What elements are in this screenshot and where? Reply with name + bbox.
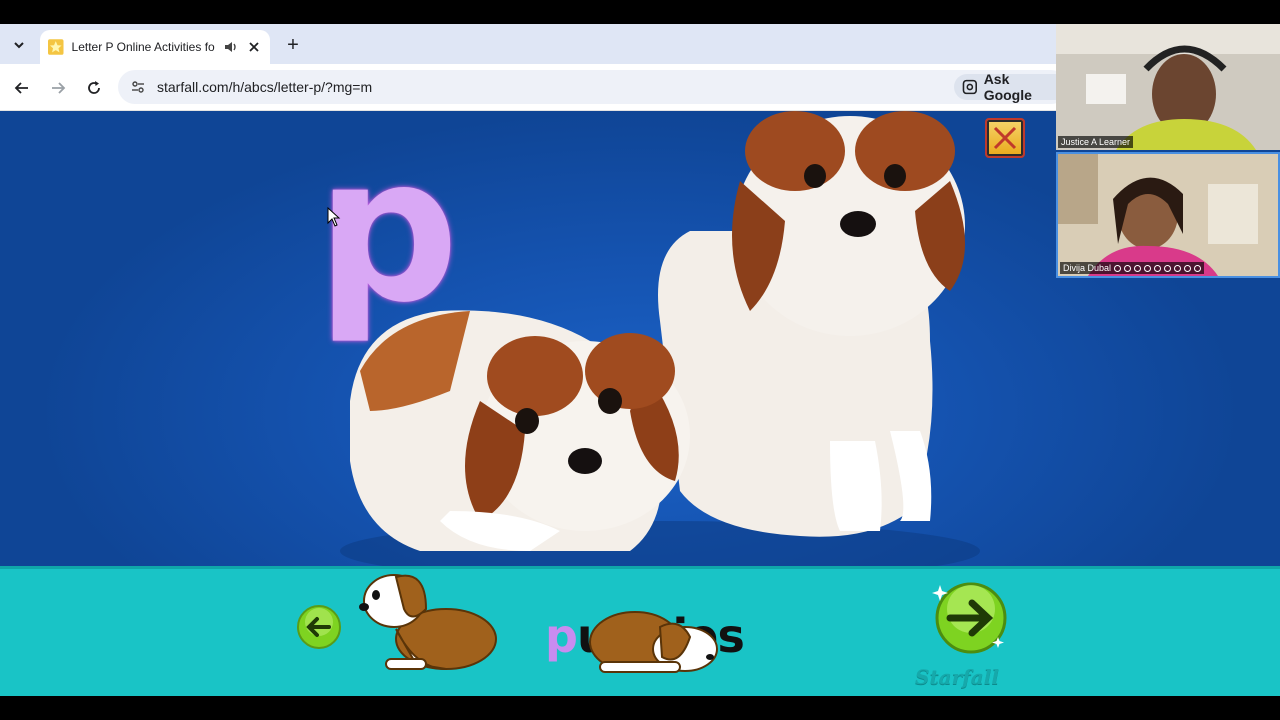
mouse-cursor-icon [327, 207, 341, 227]
status-icon [1184, 264, 1192, 272]
next-arrow-button[interactable] [932, 579, 1010, 657]
close-activity-button[interactable] [985, 118, 1025, 158]
address-bar[interactable]: starfall.com/h/abcs/letter-p/?mg=m Ask G… [118, 70, 1068, 104]
arrow-right-icon [52, 82, 66, 94]
tab-title: Letter P Online Activities for [71, 40, 215, 54]
back-button[interactable] [10, 76, 34, 100]
new-tab-button[interactable]: + [282, 34, 304, 56]
plus-icon: + [287, 33, 299, 56]
forward-button[interactable] [46, 76, 70, 100]
site-settings-icon[interactable] [128, 77, 148, 97]
ask-google-label: Ask Google [983, 71, 1032, 103]
lens-icon [962, 79, 978, 95]
participant-2-video [1058, 154, 1278, 276]
word-band: puppies Starfall [0, 566, 1280, 696]
starfall-logo: Starfall [915, 665, 999, 689]
speaker-icon[interactable] [223, 39, 239, 55]
reload-icon [88, 81, 100, 94]
video-tile-2: Divija Dubal [1056, 152, 1280, 278]
chevron-down-icon [14, 42, 24, 49]
tab-search-button[interactable] [8, 34, 30, 56]
sleeping-puppy-icon [589, 611, 718, 673]
ask-google-button[interactable]: Ask Google [954, 71, 1068, 103]
back-arrow-button[interactable] [296, 604, 342, 650]
status-icon [1194, 264, 1202, 272]
reload-button[interactable] [82, 76, 106, 100]
status-icon [1124, 264, 1132, 272]
url-text: starfall.com/h/abcs/letter-p/?mg=m [157, 79, 373, 95]
status-icon [1154, 264, 1162, 272]
status-icon [1114, 264, 1122, 272]
tab-strip: Letter P Online Activities for + [0, 24, 1056, 64]
close-icon [993, 126, 1017, 150]
cartoon-puppy-icon [359, 574, 497, 670]
status-icon [1174, 264, 1182, 272]
star-favicon-icon [48, 39, 64, 55]
browser-toolbar: starfall.com/h/abcs/letter-p/?mg=m Ask G… [0, 64, 1068, 111]
status-icon [1144, 264, 1152, 272]
video-tile-1: Justice A Learner [1056, 24, 1280, 150]
close-tab-icon[interactable] [247, 39, 263, 55]
screen: Letter P Online Activities for + starfal… [0, 0, 1280, 720]
participant-2-name: Divija Dubal [1063, 263, 1112, 273]
status-icon [1164, 264, 1172, 272]
big-letter-p: p [316, 114, 460, 347]
participant-2-nametag: Divija Dubal [1060, 262, 1205, 274]
participant-1-name: Justice A Learner [1058, 136, 1134, 148]
word-first-letter: p [545, 609, 578, 663]
participant-1-video [1056, 24, 1280, 150]
active-tab[interactable]: Letter P Online Activities for [40, 30, 270, 64]
arrow-left-icon [14, 82, 28, 94]
status-icon [1134, 264, 1142, 272]
